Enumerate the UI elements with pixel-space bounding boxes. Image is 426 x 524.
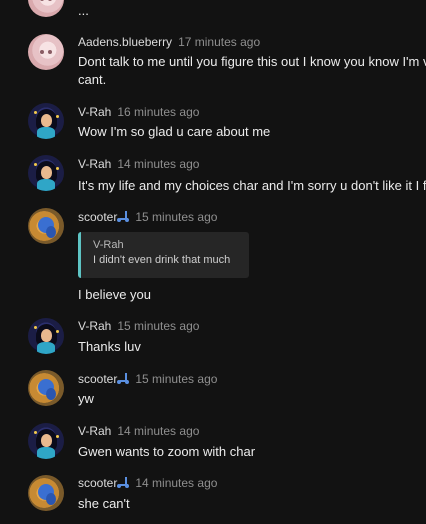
- username[interactable]: V-Rah: [78, 105, 111, 119]
- scooter-icon: [117, 211, 130, 222]
- username[interactable]: V-Rah: [78, 319, 111, 333]
- user-avatar[interactable]: [28, 475, 64, 511]
- timestamp: 14 minutes ago: [135, 476, 218, 490]
- message-text: yw: [78, 391, 94, 406]
- username[interactable]: V-Rah: [78, 424, 111, 438]
- message-text: ...: [78, 3, 89, 18]
- user-avatar[interactable]: [28, 370, 64, 406]
- timestamp: 15 minutes ago: [117, 319, 200, 333]
- username[interactable]: scooter: [78, 476, 117, 490]
- user-avatar[interactable]: [28, 318, 64, 354]
- scooter-icon: [117, 477, 130, 488]
- timestamp: 15 minutes ago: [135, 210, 218, 224]
- message-text: Thanks luv: [78, 339, 141, 354]
- quote-text: I didn't even drink that much: [93, 254, 231, 266]
- timestamp: 15 minutes ago: [135, 372, 218, 386]
- timestamp: 16 minutes ago: [117, 105, 200, 119]
- message-text: she can't: [78, 496, 130, 511]
- user-avatar[interactable]: [28, 155, 64, 191]
- username[interactable]: scooter: [78, 210, 117, 224]
- timestamp: 17 minutes ago: [178, 35, 261, 49]
- username[interactable]: Aadens.blueberry: [78, 35, 172, 49]
- message-text: It's my life and my choices char and I'm…: [78, 178, 426, 193]
- message-text: Dont talk to me until you figure this ou…: [78, 54, 426, 69]
- message-text: I believe you: [78, 287, 151, 302]
- quote-author: V-Rah: [93, 239, 124, 251]
- scooter-icon: [117, 373, 130, 384]
- quoted-message[interactable]: V-Rah I didn't even drink that much: [78, 232, 249, 278]
- user-avatar[interactable]: [28, 0, 64, 17]
- timestamp: 14 minutes ago: [117, 157, 200, 171]
- message-text: Wow I'm so glad u care about me: [78, 124, 271, 139]
- user-avatar[interactable]: [28, 103, 64, 139]
- username[interactable]: scooter: [78, 372, 117, 386]
- message-text: Gwen wants to zoom with char: [78, 444, 256, 459]
- chat-feed: ... Aadens.blueberry 17 minutes ago Dont …: [0, 0, 426, 524]
- message-text-continued: cant.: [78, 72, 107, 87]
- username[interactable]: V-Rah: [78, 157, 111, 171]
- timestamp: 14 minutes ago: [117, 424, 200, 438]
- user-avatar[interactable]: [28, 423, 64, 459]
- user-avatar[interactable]: [28, 208, 64, 244]
- user-avatar[interactable]: [28, 34, 64, 70]
